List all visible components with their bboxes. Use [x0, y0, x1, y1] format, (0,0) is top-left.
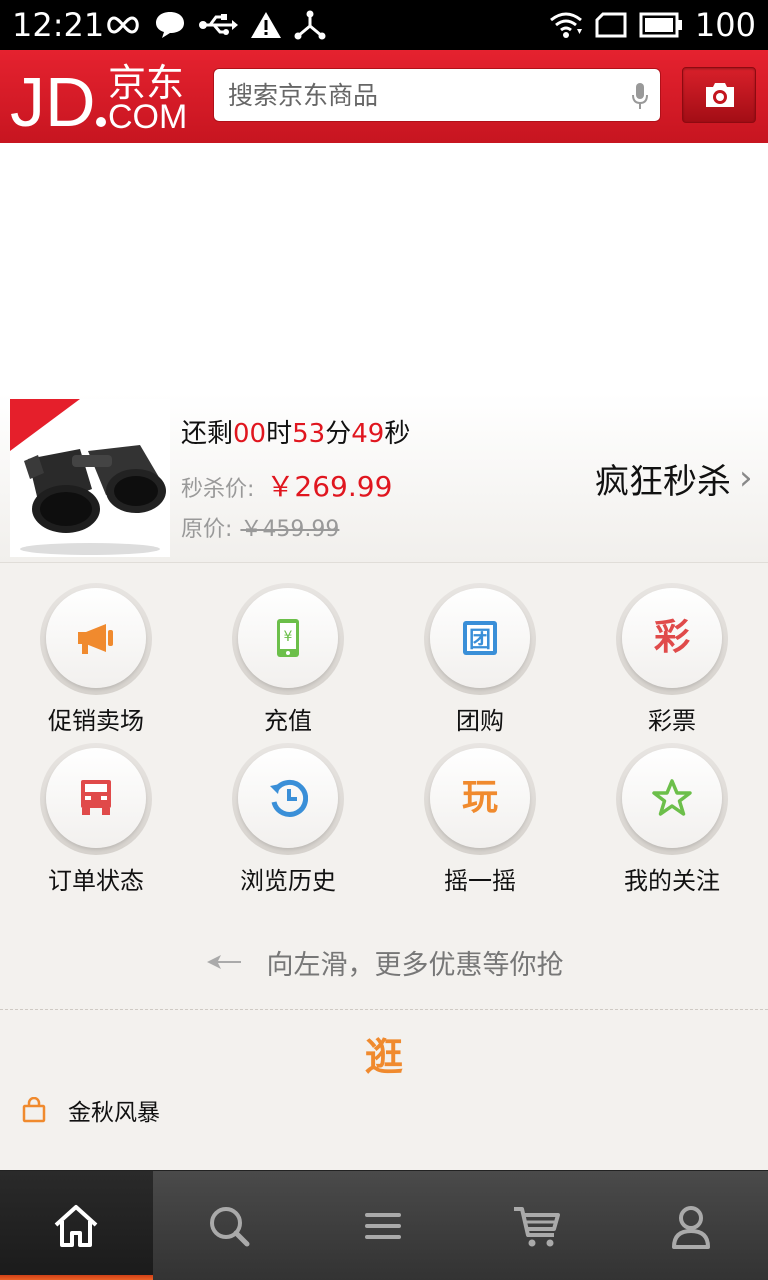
- battery-icon: [639, 12, 682, 38]
- status-time: 12:21: [12, 6, 105, 44]
- original-price-row: 原价: ￥459.99: [181, 511, 340, 542]
- quick-entry-grid: 促销卖场 ¥ 充值 团 团购 彩 彩票 订单状态 浏览历史 玩 摇一摇 我的关注: [0, 580, 768, 900]
- countdown-minutes: 53: [292, 419, 326, 449]
- warning-icon: [251, 12, 281, 38]
- entry-label: 彩票: [648, 707, 696, 735]
- arrow-left-icon: [206, 955, 241, 969]
- entry-label: 充值: [264, 707, 312, 735]
- entry-browse-history[interactable]: 浏览历史: [192, 740, 384, 898]
- original-price-label: 原价:: [181, 517, 233, 542]
- entry-lottery[interactable]: 彩 彩票: [576, 580, 768, 738]
- phone-recharge-icon: ¥: [277, 619, 299, 657]
- entry-label: 摇一摇: [444, 867, 516, 895]
- cart-icon: [514, 1207, 560, 1247]
- minutes-unit: 分: [325, 419, 352, 449]
- svg-text:COM: COM: [108, 98, 187, 136]
- tab-categories[interactable]: [307, 1171, 460, 1280]
- hours-unit: 时: [266, 419, 293, 449]
- original-price: ￥459.99: [240, 517, 340, 542]
- promo-banner[interactable]: [0, 143, 768, 393]
- swipe-hint-text: 向左滑，更多优惠等你抢: [266, 949, 564, 981]
- camera-icon: [706, 83, 734, 107]
- chat-icon: [156, 12, 184, 38]
- entry-my-follows[interactable]: 我的关注: [576, 740, 768, 898]
- entry-recharge[interactable]: ¥ 充值: [192, 580, 384, 738]
- megaphone-icon: [78, 624, 113, 654]
- entry-label: 浏览历史: [240, 867, 336, 895]
- product-image[interactable]: [10, 399, 170, 557]
- sale-price: ￥269.99: [266, 470, 393, 503]
- tab-search[interactable]: [153, 1171, 306, 1280]
- bottom-tab-bar: [0, 1170, 768, 1280]
- search-icon: [210, 1207, 250, 1247]
- shopping-bag-icon: [22, 1097, 46, 1123]
- seconds-unit: 秒: [384, 419, 411, 449]
- battery-level: 100: [694, 6, 756, 44]
- search-bar[interactable]: [213, 68, 661, 122]
- sale-ribbon: [10, 399, 80, 451]
- star-icon: [652, 779, 692, 816]
- countdown-timer: 还剩00时53分49秒: [181, 418, 410, 450]
- infinity-icon: [107, 16, 139, 34]
- flash-sale-link[interactable]: 疯狂秒杀 ›: [595, 456, 753, 502]
- entry-group-buy[interactable]: 团 团购: [384, 580, 576, 738]
- usb-icon: [199, 14, 238, 35]
- countdown-hours: 00: [233, 419, 267, 449]
- home-icon: [54, 1205, 98, 1247]
- entry-order-status[interactable]: 订单状态: [0, 740, 192, 898]
- section-title: 逛: [364, 1035, 403, 1079]
- menu-icon: [365, 1213, 401, 1239]
- tab-home[interactable]: [0, 1171, 153, 1280]
- feature-label: 金秋风暴: [68, 1100, 160, 1126]
- microphone-icon[interactable]: [630, 81, 650, 111]
- entry-promotions[interactable]: 促销卖场: [0, 580, 192, 738]
- sale-price-label: 秒杀价:: [181, 477, 255, 502]
- countdown-seconds: 49: [351, 419, 385, 449]
- svg-text:JD: JD: [10, 63, 96, 138]
- jd-logo[interactable]: JD 京东 COM: [10, 56, 200, 138]
- sale-price-row: 秒杀价: ￥269.99: [181, 465, 392, 503]
- entry-label: 促销卖场: [48, 707, 144, 735]
- group-buy-icon: 团: [463, 621, 497, 655]
- svg-text:团: 团: [469, 628, 491, 653]
- chevron-right-icon: ›: [739, 458, 753, 498]
- svg-text:¥: ¥: [284, 629, 293, 645]
- section-divider: [0, 1009, 768, 1010]
- truck-icon: [81, 780, 111, 815]
- network-icon: [294, 10, 326, 40]
- status-bar: 12:21 100: [0, 0, 768, 50]
- wifi-icon: [549, 12, 582, 38]
- feature-item[interactable]: 金秋风暴: [22, 1094, 160, 1126]
- shake-icon: 玩: [461, 777, 498, 818]
- app-header: JD 京东 COM: [0, 50, 768, 143]
- user-icon: [672, 1206, 710, 1249]
- sim-card-icon: [595, 12, 627, 38]
- history-icon: [270, 779, 308, 817]
- search-input[interactable]: [214, 69, 614, 121]
- tab-cart[interactable]: [461, 1171, 614, 1280]
- swipe-hint: 向左滑，更多优惠等你抢: [0, 940, 768, 984]
- tab-my-account[interactable]: [615, 1171, 768, 1280]
- entry-shake[interactable]: 玩 摇一摇: [384, 740, 576, 898]
- entry-label: 订单状态: [48, 867, 144, 895]
- lottery-icon: 彩: [653, 617, 690, 658]
- camera-search-button[interactable]: [682, 67, 756, 123]
- entry-label: 我的关注: [624, 867, 720, 895]
- countdown-prefix: 还剩: [181, 419, 234, 449]
- flash-sale-title: 疯狂秒杀: [595, 461, 731, 502]
- entry-label: 团购: [456, 707, 504, 735]
